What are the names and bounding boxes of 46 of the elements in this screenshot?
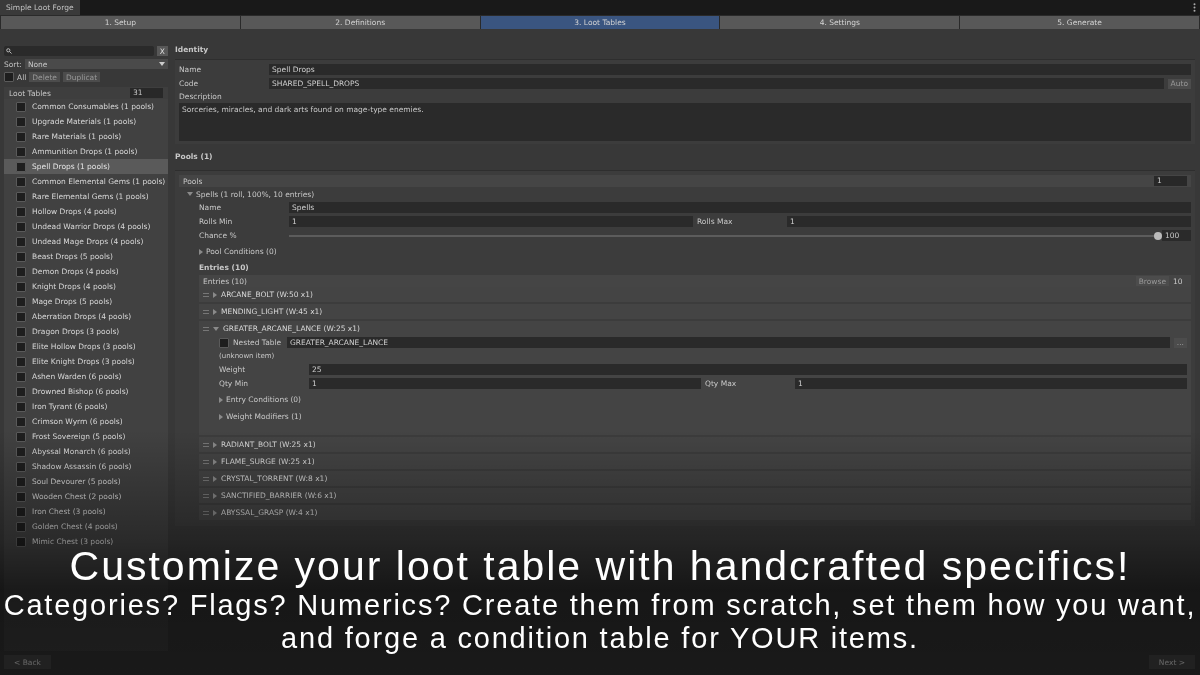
drag-handle-icon[interactable]	[203, 476, 209, 481]
caret-icon	[159, 62, 165, 66]
item-checkbox[interactable]	[16, 401, 26, 412]
more-menu-icon[interactable]	[1193, 3, 1196, 12]
item-checkbox[interactable]	[16, 221, 26, 232]
item-checkbox[interactable]	[16, 146, 26, 157]
item-checkbox[interactable]	[16, 311, 26, 322]
search-icon	[6, 48, 12, 54]
item-checkbox[interactable]	[16, 356, 26, 367]
item-checkbox[interactable]	[16, 296, 26, 307]
drag-handle-icon[interactable]	[203, 292, 209, 297]
item-checkbox[interactable]	[16, 236, 26, 247]
item-checkbox[interactable]	[16, 281, 26, 292]
item-checkbox[interactable]	[16, 116, 26, 127]
item-checkbox[interactable]	[16, 521, 26, 532]
item-checkbox[interactable]	[16, 446, 26, 457]
drag-handle-icon[interactable]	[203, 326, 209, 331]
slider-thumb[interactable]	[1154, 231, 1162, 240]
item-checkbox[interactable]	[16, 101, 26, 112]
item-checkbox[interactable]	[16, 491, 26, 502]
drag-handle-icon[interactable]	[203, 459, 209, 464]
item-checkbox[interactable]	[16, 536, 26, 547]
item-checkbox[interactable]	[16, 326, 26, 337]
item-checkbox[interactable]	[16, 161, 26, 172]
item-checkbox[interactable]	[16, 191, 26, 202]
nested-table-checkbox[interactable]	[219, 337, 229, 348]
item-checkbox[interactable]	[16, 341, 26, 352]
item-checkbox[interactable]	[16, 251, 26, 262]
search-field[interactable]	[4, 46, 154, 56]
drag-handle-icon[interactable]	[203, 493, 209, 498]
item-checkbox[interactable]	[16, 476, 26, 487]
select-all-checkbox[interactable]	[4, 72, 14, 82]
drag-handle-icon[interactable]	[203, 309, 209, 314]
item-checkbox[interactable]	[16, 206, 26, 217]
drag-handle-icon[interactable]	[203, 442, 209, 447]
caption-subtitle: Categories? Flags? Numerics? Create them from scratch, set them how you want, and forge a condition table for YOUR items.	[2, 589, 1198, 655]
item-checkbox[interactable]	[16, 266, 26, 277]
item-checkbox[interactable]	[16, 431, 26, 442]
item-checkbox[interactable]	[16, 176, 26, 187]
item-checkbox[interactable]	[16, 386, 26, 397]
item-checkbox[interactable]	[16, 416, 26, 427]
item-checkbox[interactable]	[16, 506, 26, 517]
drag-handle-icon[interactable]	[203, 510, 209, 515]
item-checkbox[interactable]	[16, 461, 26, 472]
item-checkbox[interactable]	[16, 371, 26, 382]
item-checkbox[interactable]	[16, 131, 26, 142]
